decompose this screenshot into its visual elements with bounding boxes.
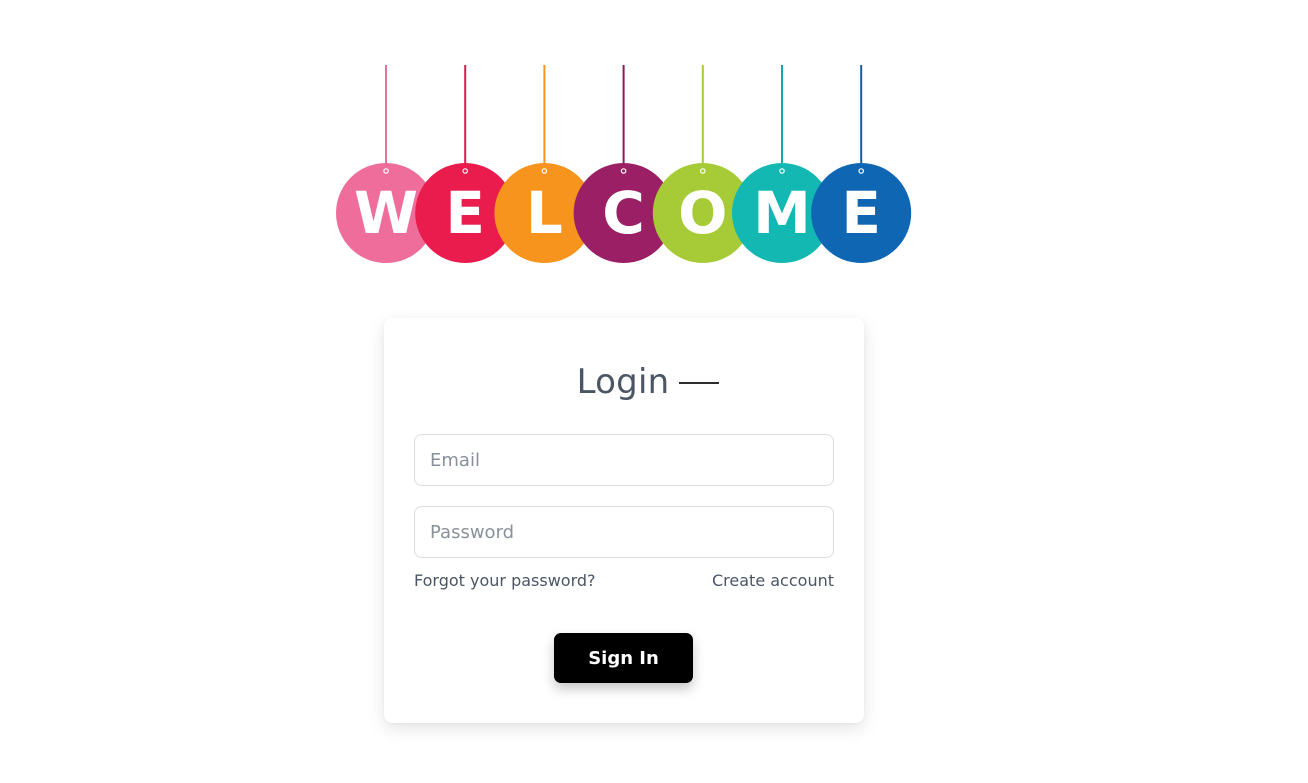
ornament-letter: O xyxy=(678,179,727,247)
title-decorative-line xyxy=(679,382,720,384)
ornament-letter: C xyxy=(602,179,645,247)
welcome-banner-graphic: WELCOME xyxy=(336,65,912,263)
create-account-link[interactable]: Create account xyxy=(712,571,834,590)
email-input[interactable] xyxy=(414,434,834,486)
auth-links-row: Forgot your password? Create account xyxy=(414,571,834,590)
login-page: WELCOME Login Forgot your password? Crea… xyxy=(0,0,1308,783)
ornament-letter: W xyxy=(354,179,418,247)
login-title-row: Login xyxy=(384,362,864,402)
password-input[interactable] xyxy=(414,506,834,558)
ornament-letter: L xyxy=(526,179,563,247)
welcome-banner: WELCOME xyxy=(335,64,915,266)
ornament-letter: E xyxy=(445,179,485,247)
ornament-letter: M xyxy=(753,179,811,247)
login-card: Login Forgot your password? Create accou… xyxy=(384,318,864,723)
banner-ornament-7: E xyxy=(811,65,912,263)
ornament-letter: E xyxy=(841,179,881,247)
sign-in-button[interactable]: Sign In xyxy=(554,633,693,683)
login-title: Login xyxy=(576,362,670,402)
forgot-password-link[interactable]: Forgot your password? xyxy=(414,571,596,590)
